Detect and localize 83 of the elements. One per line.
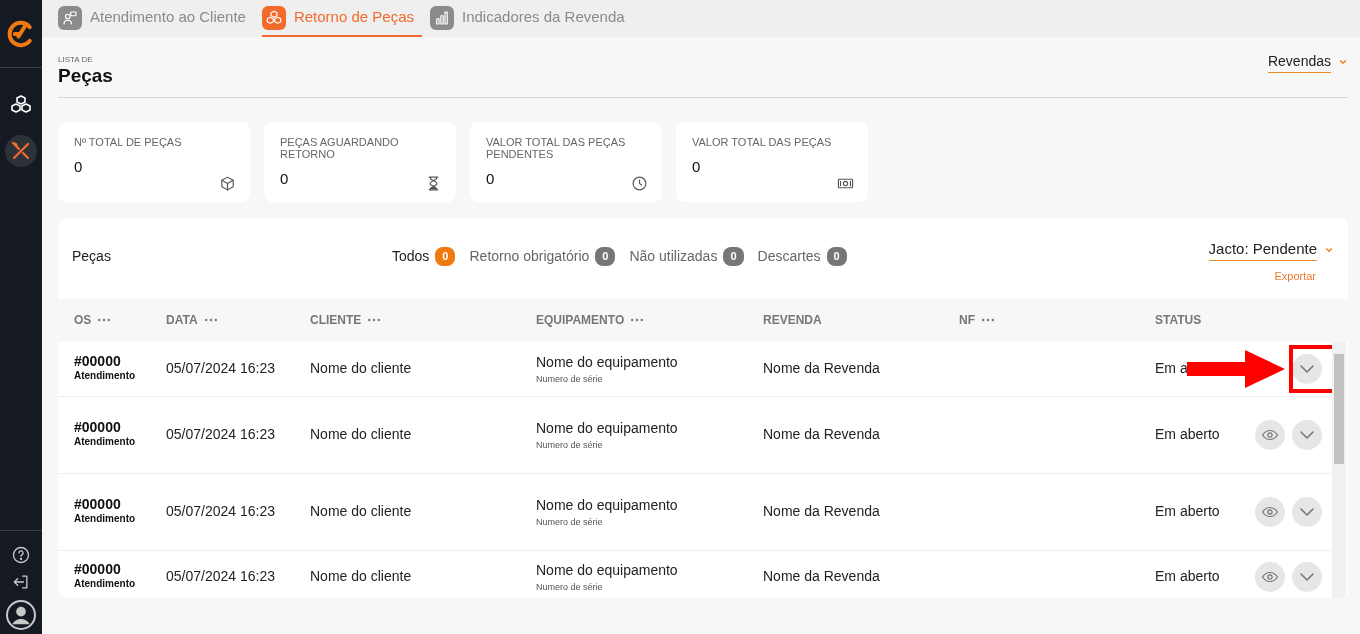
table-cell-text: Nome da Revenda <box>763 359 881 379</box>
order-type: Atendimento <box>74 577 137 592</box>
filter-tab[interactable]: Descartes 0 <box>757 245 847 267</box>
cubes-icon <box>264 8 283 27</box>
chevron-down-icon <box>1300 430 1314 439</box>
column-header: EQUIPAMENTO <box>536 312 625 330</box>
tab[interactable]: Indicadores da Revenda <box>430 0 633 37</box>
stat-label: VALOR TOTAL DAS PEÇAS PENDENTES <box>486 135 627 161</box>
view-button[interactable] <box>1255 419 1285 450</box>
more-icon[interactable] <box>98 318 111 323</box>
table-cell-text: 05/07/2024 16:23 <box>166 359 276 379</box>
overline-label: LISTA DE <box>58 54 94 66</box>
chevron-down-icon <box>1300 507 1314 516</box>
person-chat-icon <box>61 8 79 27</box>
table-cell-text: Nome do cliente <box>310 567 413 587</box>
table-cell-text: Nome da Revenda <box>763 567 881 587</box>
order-number: #00000 <box>74 354 122 369</box>
table-cell-text: Nome do cliente <box>310 502 413 522</box>
more-icon[interactable] <box>368 318 381 323</box>
status-text: Em aberto <box>1155 425 1221 445</box>
scrollbar[interactable] <box>1332 341 1346 598</box>
chevron-down-icon <box>1300 364 1314 373</box>
order-number: #00000 <box>74 562 122 577</box>
stat-value: 0 <box>692 157 701 177</box>
table-cell-text: Nome da Revenda <box>763 425 881 445</box>
chevron-down-icon <box>1300 572 1314 581</box>
stat-value: 0 <box>280 169 289 190</box>
avatar-icon[interactable] <box>5 598 37 631</box>
order-type: Atendimento <box>74 369 137 384</box>
order-number: #00000 <box>74 420 122 435</box>
tab[interactable]: Atendimento ao Cliente <box>58 0 254 37</box>
filter-tab[interactable]: Todos 0 <box>392 245 456 267</box>
equipment-name: Nome do equipamento <box>536 495 679 515</box>
cube-icon <box>219 174 236 192</box>
bar-chart-icon <box>433 8 451 27</box>
order-number: #00000 <box>74 497 122 512</box>
expand-button[interactable] <box>1292 561 1322 592</box>
serial-number: Numero de série <box>536 580 604 594</box>
more-icon[interactable] <box>631 318 644 323</box>
serial-number: Numero de série <box>536 515 604 529</box>
filter-tab[interactable]: Não utilizadas 0 <box>629 245 744 267</box>
column-header: STATUS <box>1155 312 1202 330</box>
table-cell-text: 05/07/2024 16:23 <box>166 567 276 587</box>
more-icon[interactable] <box>204 318 217 323</box>
table-cell-text: Nome do cliente <box>310 425 413 445</box>
table-cell-text: 05/07/2024 16:23 <box>166 425 276 445</box>
equipment-name: Nome do equipamento <box>536 560 679 580</box>
status-text: Em aberto <box>1155 567 1221 587</box>
sidebar-item[interactable] <box>5 135 37 167</box>
equipment-name: Nome do equipamento <box>536 418 679 438</box>
expand-button[interactable] <box>1292 496 1322 527</box>
status-text: Em a <box>1155 359 1189 379</box>
view-button[interactable] <box>1255 496 1285 527</box>
dealer-dropdown[interactable]: Revendas <box>1267 50 1331 73</box>
stat-value: 0 <box>486 169 495 190</box>
column-header: OS <box>74 312 92 330</box>
stat-value: 0 <box>74 157 83 177</box>
column-header: REVENDA <box>763 312 822 330</box>
view-button[interactable] <box>1255 561 1285 592</box>
column-header: NF <box>959 312 975 330</box>
expand-button[interactable] <box>1292 419 1322 450</box>
stat-label: Nº TOTAL DE PEÇAS <box>74 135 183 148</box>
order-type: Atendimento <box>74 435 137 450</box>
panel-title: Peças <box>72 246 112 266</box>
column-header: DATA <box>166 312 198 330</box>
more-icon[interactable] <box>982 318 994 323</box>
status-text: Em aberto <box>1155 502 1221 522</box>
serial-number: Numero de série <box>536 372 604 386</box>
table-cell-text: Nome da Revenda <box>763 502 881 522</box>
table-cell-text: 05/07/2024 16:23 <box>166 502 276 522</box>
expand-button[interactable] <box>1292 353 1322 384</box>
help-icon[interactable] <box>11 544 31 565</box>
serial-number: Numero de série <box>536 438 604 452</box>
order-type: Atendimento <box>74 512 137 527</box>
stat-label: VALOR TOTAL DAS PEÇAS <box>692 135 833 148</box>
filter-tab[interactable]: Retorno obrigatório 0 <box>469 245 616 267</box>
equipment-name: Nome do equipamento <box>536 352 679 372</box>
column-header: CLIENTE <box>310 312 362 330</box>
table-cell-text: Nome do cliente <box>310 359 413 379</box>
stat-label: PEÇAS AGUARDANDO RETORNO <box>280 135 400 161</box>
status-dropdown[interactable]: Jacto: Pendente <box>1208 237 1317 262</box>
page-title: Peças <box>58 66 113 87</box>
clock-icon <box>631 174 648 192</box>
